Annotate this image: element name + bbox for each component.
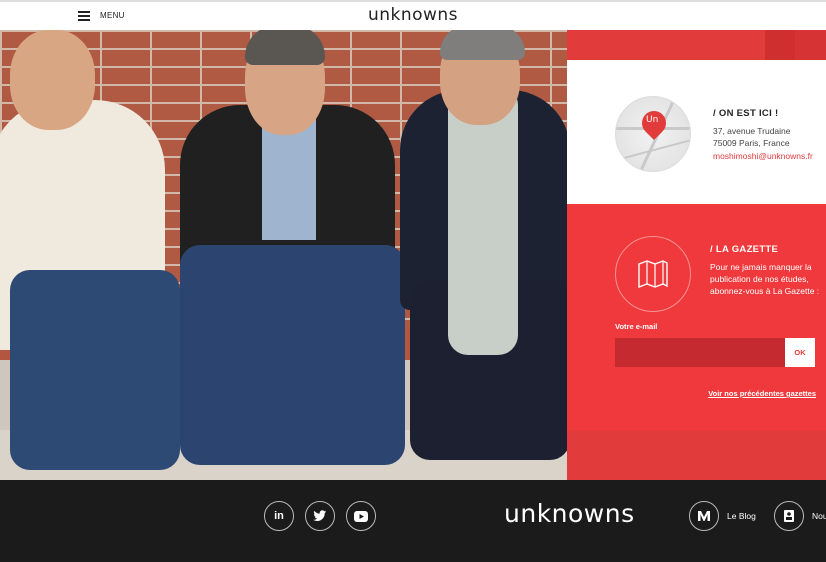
map-icon[interactable]: Un	[615, 96, 691, 172]
youtube-icon	[354, 510, 368, 522]
about-link[interactable]: Nous	[774, 501, 826, 531]
blog-label: Le Blog	[727, 511, 756, 521]
previous-gazettes-link[interactable]: Voir nos précédentes gazettes	[708, 389, 816, 398]
contact-email-link[interactable]: moshimoshi@unknowns.fr	[713, 151, 813, 161]
medium-icon	[689, 501, 719, 531]
youtube-button[interactable]	[346, 501, 376, 531]
person-left-head	[10, 30, 95, 130]
person-right-scarf	[448, 85, 518, 355]
about-label: Nous	[812, 511, 826, 521]
newspaper-icon	[615, 236, 691, 312]
team-photo	[0, 30, 625, 480]
email-label: Votre e-mail	[615, 322, 658, 331]
address-street: 37, avenue Trudaine	[713, 126, 791, 136]
newsletter-card: / LA GAZETTE Pour ne jamais manquer la p…	[567, 204, 826, 431]
gazette-description: Pour ne jamais manquer la publication de…	[710, 262, 820, 296]
person-right-hair	[440, 30, 525, 60]
newsletter-email-input[interactable]	[615, 338, 785, 367]
person-left-jeans	[10, 270, 180, 470]
gazette-title: / LA GAZETTE	[710, 244, 779, 255]
address-city: 75009 Paris, France	[713, 138, 790, 148]
person-center-jeans	[180, 245, 405, 465]
site-logo[interactable]: unknowns	[0, 5, 826, 25]
linkedin-icon: in	[274, 510, 284, 522]
newsletter-submit-button[interactable]: OK	[785, 338, 815, 367]
twitter-button[interactable]	[305, 501, 335, 531]
contact-card-icon	[774, 501, 804, 531]
person-center-hair	[245, 30, 325, 65]
location-card: Un / ON EST ICI ! 37, avenue Trudaine 75…	[567, 60, 826, 204]
location-title: / ON EST ICI !	[713, 108, 779, 119]
blog-link[interactable]: Le Blog	[689, 501, 756, 531]
footer: in unknowns Le Blog Nous	[0, 480, 826, 562]
pin-logo: Un	[646, 115, 659, 125]
linkedin-button[interactable]: in	[264, 501, 294, 531]
footer-logo[interactable]: unknowns	[504, 499, 635, 528]
top-header: MENU unknowns	[0, 0, 826, 30]
decor-square	[795, 30, 826, 60]
twitter-icon	[313, 510, 327, 521]
decor-square	[765, 30, 795, 60]
